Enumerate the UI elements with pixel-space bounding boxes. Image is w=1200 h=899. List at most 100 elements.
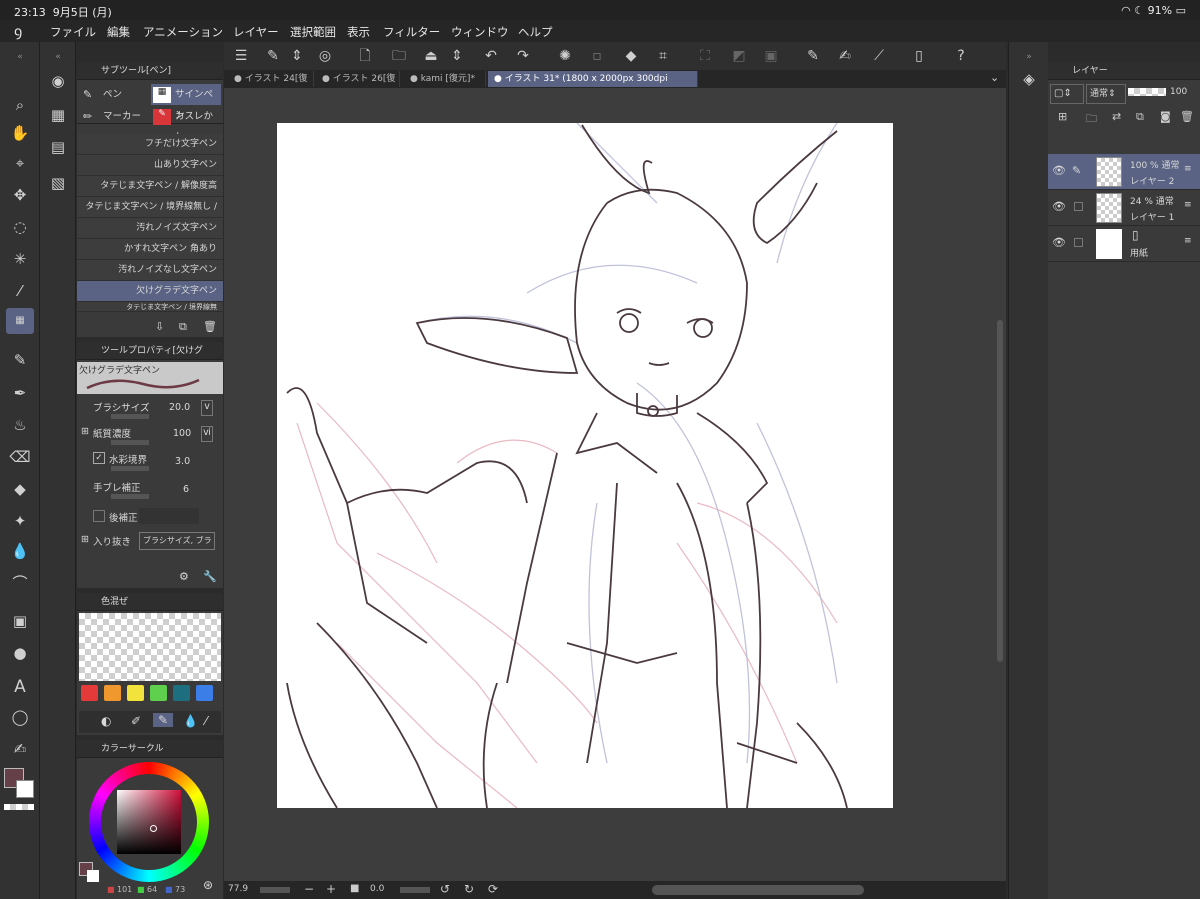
menu-help[interactable]: ヘルプ <box>518 24 553 40</box>
rotation-slider[interactable] <box>400 887 430 893</box>
blend-icon[interactable]: ◐ <box>101 714 111 728</box>
brush-item[interactable]: 汚れノイズなし文字ペン <box>77 260 223 281</box>
paint-icon[interactable]: ✎ <box>153 713 173 727</box>
brush-correction-icon[interactable]: ✍ <box>834 46 856 66</box>
settings-icon[interactable]: ⊛ <box>203 878 213 892</box>
new-layer-icon[interactable]: ⊞ <box>1058 110 1067 123</box>
post-correction-control[interactable] <box>139 508 199 524</box>
color-picker-handle[interactable] <box>150 825 157 832</box>
saturation-square[interactable] <box>117 790 181 854</box>
new-file-icon[interactable]: 🗋 <box>354 46 376 66</box>
stabilize-slider[interactable] <box>111 494 149 499</box>
rotation-value[interactable]: 0.0 <box>370 884 384 894</box>
paper-slider[interactable] <box>111 440 149 445</box>
gallery-icon[interactable]: ▧ <box>44 170 72 196</box>
companion-icon[interactable]: ◎ <box>314 46 336 66</box>
chevron-down-icon[interactable]: ⌄ <box>990 71 999 84</box>
blend-tool-icon[interactable]: 💧 <box>6 538 34 564</box>
mask-icon[interactable]: ◙ <box>1160 110 1171 123</box>
doc-tab[interactable]: ● kami [復元]* <box>404 71 486 87</box>
brush-icon[interactable]: ✐ <box>131 714 141 728</box>
app-logo-icon[interactable]: ꝯ <box>14 22 22 41</box>
doc-tab[interactable]: ● イラスト 26[復 <box>316 71 400 87</box>
menu-edit[interactable]: 編集 <box>107 24 130 40</box>
loading-icon[interactable]: ✺ <box>554 46 576 66</box>
zoom-slider[interactable] <box>260 887 290 893</box>
watercolor-slider[interactable] <box>111 466 149 471</box>
deselect-icon[interactable]: ⛶ <box>694 46 716 66</box>
brush-item[interactable]: タテじま文字ペン / 解像度高 <box>77 176 223 197</box>
import-icon[interactable]: ⇩ <box>155 320 164 333</box>
settings-icon[interactable]: ⚙ <box>179 570 189 583</box>
delete-layer-icon[interactable]: 🗑 <box>1180 110 1194 123</box>
eraser-tool-icon[interactable]: ⌫ <box>6 444 34 470</box>
fit-icon[interactable]: ■ <box>350 883 359 894</box>
brush-item[interactable]: タテじま文字ペン / 境界線無し / 解 <box>77 197 223 233</box>
chevron-updown-icon[interactable]: ⇕ <box>286 46 308 66</box>
mix-canvas[interactable] <box>79 613 221 681</box>
zoom-value[interactable]: 77.9 <box>228 884 248 894</box>
brush-size-slider[interactable] <box>111 414 149 419</box>
brush-item-selected[interactable]: 欠けグラデ文字ペン <box>77 281 223 302</box>
drops-icon[interactable]: 💧 <box>183 714 198 728</box>
brush-item[interactable]: 山あり文字ペン <box>77 155 223 176</box>
transform-icon[interactable]: ⌗ <box>652 46 674 66</box>
post-correction-checkbox[interactable] <box>93 510 105 522</box>
palette-swatch[interactable] <box>196 685 213 701</box>
wrench-icon[interactable]: 🔧 <box>203 570 217 583</box>
airbrush-tool-icon[interactable]: ♨ <box>6 412 34 438</box>
watercolor-checkbox[interactable]: ✓ <box>93 452 105 464</box>
brush-item[interactable]: 汚れノイズ文字ペン <box>77 218 223 239</box>
opacity-slider[interactable] <box>1128 88 1166 96</box>
invert-selection-icon[interactable]: ◩ <box>728 46 750 66</box>
expand-icon[interactable]: ⊞ <box>81 426 89 437</box>
correct-line-tool-icon[interactable]: ✍ <box>6 736 34 762</box>
transparent-color-swatch[interactable] <box>4 804 34 810</box>
layer-lock-checkbox[interactable] <box>1074 238 1083 247</box>
transfer-icon[interactable]: ⇄ <box>1112 110 1121 123</box>
zoom-out-icon[interactable]: − <box>304 882 314 896</box>
undo-icon[interactable]: ↶ <box>480 46 502 66</box>
drag-handle-icon[interactable]: ≡ <box>1184 164 1192 174</box>
layer-type-select[interactable]: ▢⇕ <box>1050 84 1084 104</box>
layer-row[interactable]: 👁 24 % 通常 レイヤー 1 ≡ <box>1048 190 1200 226</box>
eye-icon[interactable]: 👁 <box>1052 200 1066 213</box>
text-tool-icon[interactable]: A <box>6 674 34 700</box>
timeline-icon[interactable]: ▤ <box>44 134 72 160</box>
palette-swatch[interactable] <box>127 685 144 701</box>
palette-swatch[interactable] <box>173 685 190 701</box>
fill-tool-icon[interactable]: ◆ <box>6 476 34 502</box>
pen-correction-icon[interactable]: ✎ <box>802 46 824 66</box>
lasso-tool-icon[interactable]: ◌ <box>6 214 34 240</box>
collapse-icon[interactable]: « <box>6 44 34 70</box>
reset-rotation-icon[interactable]: ⟳ <box>488 882 498 896</box>
horizontal-scrollbar[interactable] <box>652 885 864 895</box>
shape-tool-icon[interactable]: ● <box>6 640 34 666</box>
menu-view[interactable]: 表示 <box>347 24 370 40</box>
open-folder-icon[interactable]: 🗀 <box>388 46 410 66</box>
brush-item[interactable]: かすれ文字ペン 角あり <box>77 239 223 260</box>
pressure-icon[interactable]: ⅴ <box>201 400 213 416</box>
brush-item[interactable]: タテじま文字ペン / 境界線無 <box>77 302 223 312</box>
duplicate-icon[interactable]: ⧉ <box>179 320 187 334</box>
figure-tool-icon[interactable]: ⌒ <box>6 570 34 596</box>
sub-color-swatch[interactable] <box>16 780 34 798</box>
chevron-updown-icon[interactable]: ⇕ <box>446 46 468 66</box>
opacity-value[interactable]: 100 <box>1170 87 1187 97</box>
layer-row[interactable]: 👁 ▯ 用紙 ≡ <box>1048 226 1200 262</box>
line-tool-icon[interactable]: ⟋ <box>868 46 890 66</box>
menu-animation[interactable]: アニメーション <box>143 24 223 40</box>
inout-select[interactable]: ブラシサイズ, ブラ <box>139 532 215 550</box>
layer-row[interactable]: 👁 ✎ 100 % 通常 レイヤー 2 ≡ <box>1048 154 1200 190</box>
hand-tool-icon[interactable]: ✋ <box>6 120 34 146</box>
palette-swatch[interactable] <box>150 685 167 701</box>
hamburger-icon[interactable]: ☰ <box>230 46 252 66</box>
device-icon[interactable]: ▯ <box>908 46 930 66</box>
eyedropper-icon[interactable]: ⁄ <box>205 714 207 728</box>
eyedropper-icon[interactable]: ⁄ <box>6 278 34 304</box>
sub-color-swatch[interactable] <box>87 870 99 882</box>
hue-ring[interactable] <box>89 762 209 882</box>
clear-icon[interactable]: ▫ <box>586 46 608 66</box>
doc-tab-active[interactable]: ● イラスト 31* (1800 x 2000px 300dpi 77.9%) <box>488 71 698 100</box>
expand-selection-icon[interactable]: ▣ <box>760 46 782 66</box>
